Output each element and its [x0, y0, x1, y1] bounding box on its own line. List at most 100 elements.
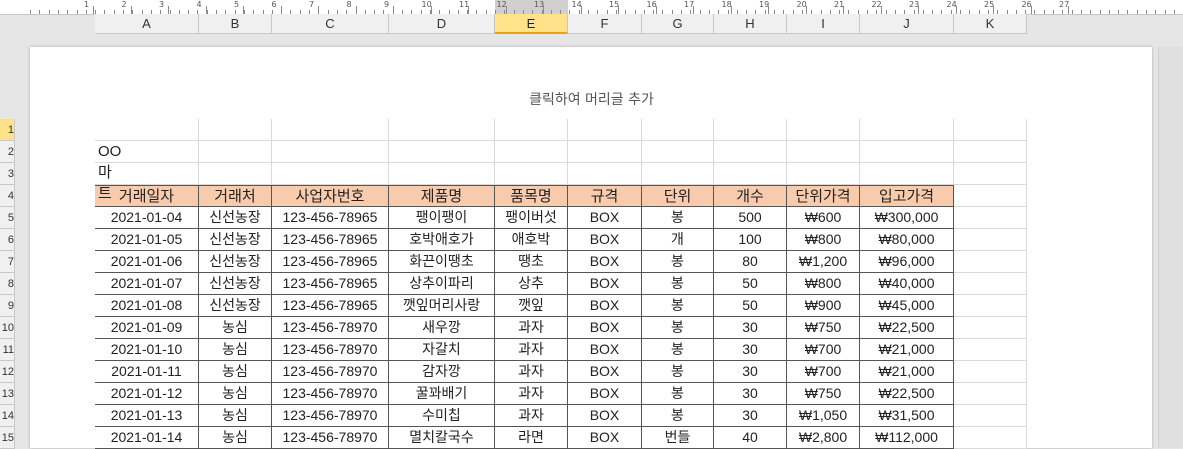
table-cell[interactable]: ₩300,000 — [860, 207, 954, 229]
row-header-11[interactable]: 11 — [0, 339, 15, 361]
table-cell[interactable]: 감자깡 — [389, 361, 495, 383]
column-header-d[interactable]: D — [389, 14, 495, 34]
empty-cell[interactable] — [954, 229, 1027, 251]
empty-cell[interactable] — [642, 163, 714, 185]
table-cell[interactable]: BOX — [568, 339, 642, 361]
table-cell[interactable]: ₩700 — [787, 361, 860, 383]
table-cell[interactable]: ₩45,000 — [860, 295, 954, 317]
table-header-cell[interactable]: 규격 — [568, 185, 642, 207]
table-cell[interactable]: 123-456-78970 — [272, 361, 389, 383]
empty-cell[interactable] — [954, 361, 1027, 383]
table-cell[interactable]: 2021-01-13 — [95, 405, 199, 427]
table-cell[interactable]: 신선농장 — [199, 273, 272, 295]
row-header-2[interactable]: 2 — [0, 141, 15, 163]
table-cell[interactable]: 2021-01-12 — [95, 383, 199, 405]
table-cell[interactable]: 2021-01-07 — [95, 273, 199, 295]
row-header-12[interactable]: 12 — [0, 361, 15, 383]
table-cell[interactable]: BOX — [568, 361, 642, 383]
table-cell[interactable]: 농심 — [199, 339, 272, 361]
table-cell[interactable]: BOX — [568, 427, 642, 449]
table-cell[interactable]: 500 — [714, 207, 787, 229]
table-cell[interactable]: 2021-01-08 — [95, 295, 199, 317]
table-cell[interactable]: BOX — [568, 251, 642, 273]
table-cell[interactable]: 2021-01-14 — [95, 427, 199, 449]
column-header-h[interactable]: H — [714, 14, 787, 34]
row-header-14[interactable]: 14 — [0, 405, 15, 427]
empty-cell[interactable] — [568, 163, 642, 185]
table-cell[interactable]: 농심 — [199, 317, 272, 339]
table-cell[interactable]: 봉 — [642, 405, 714, 427]
empty-cell[interactable] — [954, 339, 1027, 361]
table-cell[interactable]: 123-456-78965 — [272, 273, 389, 295]
empty-cell[interactable] — [954, 141, 1027, 163]
table-cell[interactable]: ₩40,000 — [860, 273, 954, 295]
table-cell[interactable]: 과자 — [495, 317, 568, 339]
row-header-8[interactable]: 8 — [0, 273, 15, 295]
table-cell[interactable]: 123-456-78965 — [272, 229, 389, 251]
empty-cell[interactable] — [389, 163, 495, 185]
column-header-b[interactable]: B — [199, 14, 272, 34]
table-cell[interactable]: 123-456-78970 — [272, 317, 389, 339]
table-header-cell[interactable]: 거래처 — [199, 185, 272, 207]
table-cell[interactable]: 농심 — [199, 405, 272, 427]
table-cell[interactable]: BOX — [568, 295, 642, 317]
empty-cell[interactable] — [495, 119, 568, 141]
table-cell[interactable]: 팽이버섯 — [495, 207, 568, 229]
table-cell[interactable]: 과자 — [495, 405, 568, 427]
row-header-7[interactable]: 7 — [0, 251, 15, 273]
empty-cell[interactable] — [954, 251, 1027, 273]
empty-cell[interactable] — [954, 317, 1027, 339]
table-cell[interactable]: 봉 — [642, 383, 714, 405]
table-cell[interactable]: 2021-01-09 — [95, 317, 199, 339]
table-header-cell[interactable]: 사업자번호 — [272, 185, 389, 207]
table-cell[interactable]: 30 — [714, 317, 787, 339]
table-cell[interactable]: 2021-01-11 — [95, 361, 199, 383]
table-cell[interactable]: 2021-01-05 — [95, 229, 199, 251]
empty-cell[interactable] — [714, 163, 787, 185]
row-header-4[interactable]: 4 — [0, 185, 15, 207]
column-header-c[interactable]: C — [272, 14, 389, 34]
table-cell[interactable]: ₩21,000 — [860, 339, 954, 361]
table-cell[interactable]: 80 — [714, 251, 787, 273]
table-cell[interactable]: BOX — [568, 317, 642, 339]
empty-cell[interactable] — [272, 119, 389, 141]
table-cell[interactable]: 번들 — [642, 427, 714, 449]
row-header-9[interactable]: 9 — [0, 295, 15, 317]
empty-cell[interactable] — [568, 141, 642, 163]
table-cell[interactable]: ₩1,050 — [787, 405, 860, 427]
table-cell[interactable]: ₩600 — [787, 207, 860, 229]
table-cell[interactable]: BOX — [568, 207, 642, 229]
table-cell[interactable]: ₩2,800 — [787, 427, 860, 449]
empty-cell[interactable] — [954, 119, 1027, 141]
table-cell[interactable]: 농심 — [199, 383, 272, 405]
table-cell[interactable]: BOX — [568, 229, 642, 251]
empty-cell[interactable] — [642, 141, 714, 163]
column-header-f[interactable]: F — [568, 14, 642, 34]
table-header-cell[interactable]: 제품명 — [389, 185, 495, 207]
empty-cell[interactable] — [954, 405, 1027, 427]
empty-cell[interactable] — [860, 163, 954, 185]
table-cell[interactable]: 꿀꽈배기 — [389, 383, 495, 405]
table-cell[interactable]: 봉 — [642, 295, 714, 317]
table-cell[interactable]: 깻잎 — [495, 295, 568, 317]
table-cell[interactable]: ₩800 — [787, 273, 860, 295]
empty-cell[interactable] — [787, 119, 860, 141]
table-cell[interactable]: 신선농장 — [199, 229, 272, 251]
empty-cell[interactable] — [860, 141, 954, 163]
table-cell[interactable]: ₩750 — [787, 317, 860, 339]
table-cell[interactable]: 팽이팽이 — [389, 207, 495, 229]
table-cell[interactable]: BOX — [568, 405, 642, 427]
empty-cell[interactable] — [954, 295, 1027, 317]
row-header-10[interactable]: 10 — [0, 317, 15, 339]
table-cell[interactable]: 30 — [714, 339, 787, 361]
table-cell[interactable]: ₩31,500 — [860, 405, 954, 427]
empty-cell[interactable] — [954, 427, 1027, 449]
column-header-k[interactable]: K — [954, 14, 1027, 34]
empty-cell[interactable] — [389, 141, 495, 163]
column-header-j[interactable]: J — [860, 14, 954, 34]
column-header-a[interactable]: A — [95, 14, 199, 34]
empty-cell[interactable] — [199, 119, 272, 141]
table-cell[interactable]: 상추 — [495, 273, 568, 295]
table-cell[interactable]: 100 — [714, 229, 787, 251]
table-cell[interactable]: ₩22,500 — [860, 317, 954, 339]
